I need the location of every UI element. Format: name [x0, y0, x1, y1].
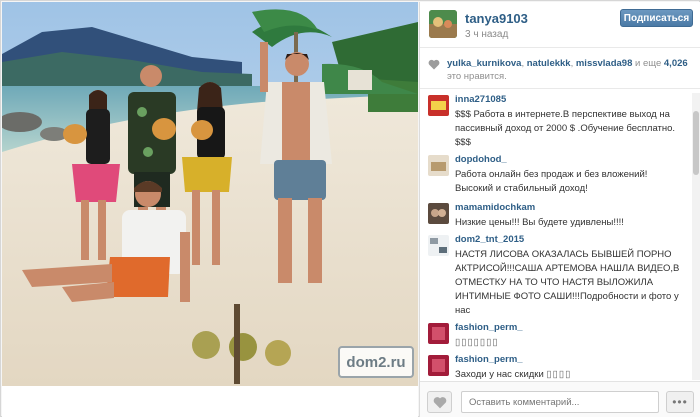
comment-avatar-image	[428, 323, 449, 344]
comment-username[interactable]: mamamidochkam	[455, 202, 535, 213]
like-user[interactable]: natulekkk	[527, 58, 571, 69]
avatar-image	[429, 10, 457, 38]
comment-bar: •••	[420, 381, 700, 417]
emoji-glyphs: ▯▯▯▯▯▯▯	[455, 337, 499, 348]
comment-item: fashion_perm_ ▯▯▯▯▯▯▯	[420, 319, 692, 351]
ellipsis-icon: •••	[672, 395, 688, 409]
comment-text: Низкие цены!!! Вы будете удивлены!!!!	[455, 217, 624, 228]
comment-text: ▯▯▯▯▯▯▯	[455, 336, 687, 350]
comment-text: $$$ Работа в интернете.В перспективе вых…	[455, 109, 676, 148]
comment-avatar-image	[428, 355, 449, 376]
comment-avatar[interactable]	[428, 155, 449, 176]
comment-username[interactable]: fashion_perm_	[455, 322, 523, 333]
like-user[interactable]: yulka_kurnikova	[447, 58, 521, 69]
likes-and-more: и еще	[632, 58, 664, 69]
comments-list[interactable]: inna271085 $$$ Работа в интернете.В перс…	[420, 91, 692, 381]
comment-avatar[interactable]	[428, 95, 449, 116]
post-photo[interactable]: dom2.ru	[2, 2, 418, 386]
comment-username[interactable]: dopdohod_	[455, 154, 507, 165]
avatar[interactable]	[429, 10, 457, 38]
likes-text: yulka_kurnikova, natulekkk, missvlada98 …	[447, 57, 697, 83]
comment-avatar-image	[428, 235, 449, 256]
comments-scrollbar[interactable]	[692, 93, 700, 380]
comment-username[interactable]: fashion_perm_	[455, 354, 523, 365]
comment-input[interactable]	[461, 391, 659, 413]
comment-item: dopdohod_ Работа онлайн без продаж и без…	[420, 151, 692, 201]
comment-avatar[interactable]	[428, 323, 449, 344]
post-time: 3 ч назад	[465, 29, 509, 40]
comment-avatar[interactable]	[428, 203, 449, 224]
heart-icon	[428, 59, 440, 70]
comment-avatar[interactable]	[428, 355, 449, 376]
post-header: tanya9103 3 ч назад Подписаться	[420, 2, 700, 48]
comment-item: inna271085 $$$ Работа в интернете.В перс…	[420, 91, 692, 153]
like-button[interactable]	[427, 391, 452, 413]
comment-username[interactable]: inna271085	[455, 94, 506, 105]
comment-item: mamamidochkam Низкие цены!!! Вы будете у…	[420, 199, 692, 231]
scrollbar-thumb[interactable]	[693, 111, 699, 175]
like-user[interactable]: missvlada98	[576, 58, 633, 69]
comment-text: Заходи у нас скидки ▯▯▯▯	[455, 368, 687, 381]
instagram-post-window: dom2.ru tanya9103 3 ч назад Подписаться …	[0, 0, 700, 417]
comment-item: fashion_perm_ Заходи у нас скидки ▯▯▯▯	[420, 351, 692, 381]
comment-text: Работа онлайн без продаж и без вложений!…	[455, 169, 648, 194]
emoji-glyphs: ▯▯▯▯	[546, 369, 572, 380]
likes-section: yulka_kurnikova, natulekkk, missvlada98 …	[420, 49, 700, 89]
more-options-button[interactable]: •••	[666, 391, 694, 413]
comment-avatar[interactable]	[428, 235, 449, 256]
beach-photo-illustration	[2, 2, 418, 386]
follow-button[interactable]: Подписаться	[620, 9, 693, 27]
comment-text-content: Заходи у нас скидки	[455, 369, 547, 380]
likes-suffix: это нравится.	[447, 71, 507, 82]
comment-avatar-image	[428, 203, 449, 224]
comment-avatar-image	[428, 155, 449, 176]
comment-username[interactable]: dom2_tnt_2015	[455, 234, 524, 245]
comment-avatar-image	[428, 95, 449, 116]
post-username[interactable]: tanya9103	[465, 11, 528, 26]
comment-item: dom2_tnt_2015 НАСТЯ ЛИСОВА ОКАЗАЛАСЬ БЫВ…	[420, 231, 692, 321]
post-sidebar: tanya9103 3 ч назад Подписаться yulka_ku…	[419, 2, 700, 417]
photo-footer	[2, 386, 418, 417]
heart-icon	[433, 396, 446, 408]
comment-text: НАСТЯ ЛИСОВА ОКАЗАЛАСЬ БЫВШЕЙ ПОРНО АКТР…	[455, 249, 680, 316]
watermark-logo: dom2.ru	[338, 346, 414, 378]
likes-count: 4,026	[663, 58, 688, 69]
